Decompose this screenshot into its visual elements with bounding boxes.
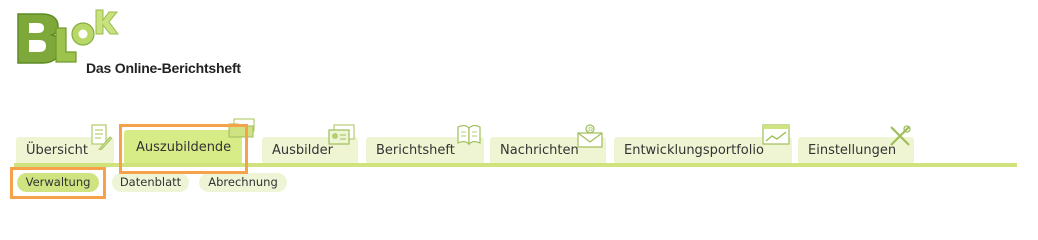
tab-uebersicht[interactable]: Übersicht [16, 124, 114, 163]
tab-label: Ausbilder [272, 143, 333, 158]
mail-icon: @ [576, 124, 604, 158]
tab-label: Auszubildende [136, 140, 232, 155]
subtab-verwaltung[interactable]: Verwaltung [17, 173, 99, 192]
subtab-datenblatt[interactable]: Datenblatt [112, 173, 189, 192]
tab-ausbilder[interactable]: Ausbilder [262, 124, 358, 163]
id-card-icon [328, 124, 356, 156]
tab-label: Übersicht [26, 143, 88, 158]
subtab-abrechnung[interactable]: Abrechnung [199, 173, 287, 192]
tab-bar-underline [14, 163, 1017, 167]
book-icon [456, 124, 482, 156]
checklist-icon [90, 124, 113, 160]
tab-label: Einstellungen [808, 143, 897, 158]
tab-einstellungen[interactable]: Einstellungen [798, 125, 914, 163]
folder-icon [228, 118, 256, 142]
chart-icon [762, 124, 790, 156]
tab-label: Entwicklungsportfolio [624, 143, 764, 158]
tab-entwicklungsportfolio[interactable]: Entwicklungsportfolio [614, 124, 792, 163]
tab-auszubildende[interactable]: Auszubildende [124, 130, 242, 164]
tools-icon [888, 124, 912, 158]
tab-nachrichten[interactable]: Nachrichten @ [490, 124, 606, 163]
tab-label: Berichtsheft [376, 143, 455, 158]
tab-berichtsheft[interactable]: Berichtsheft [366, 125, 484, 163]
tab-label: Nachrichten [500, 143, 579, 158]
